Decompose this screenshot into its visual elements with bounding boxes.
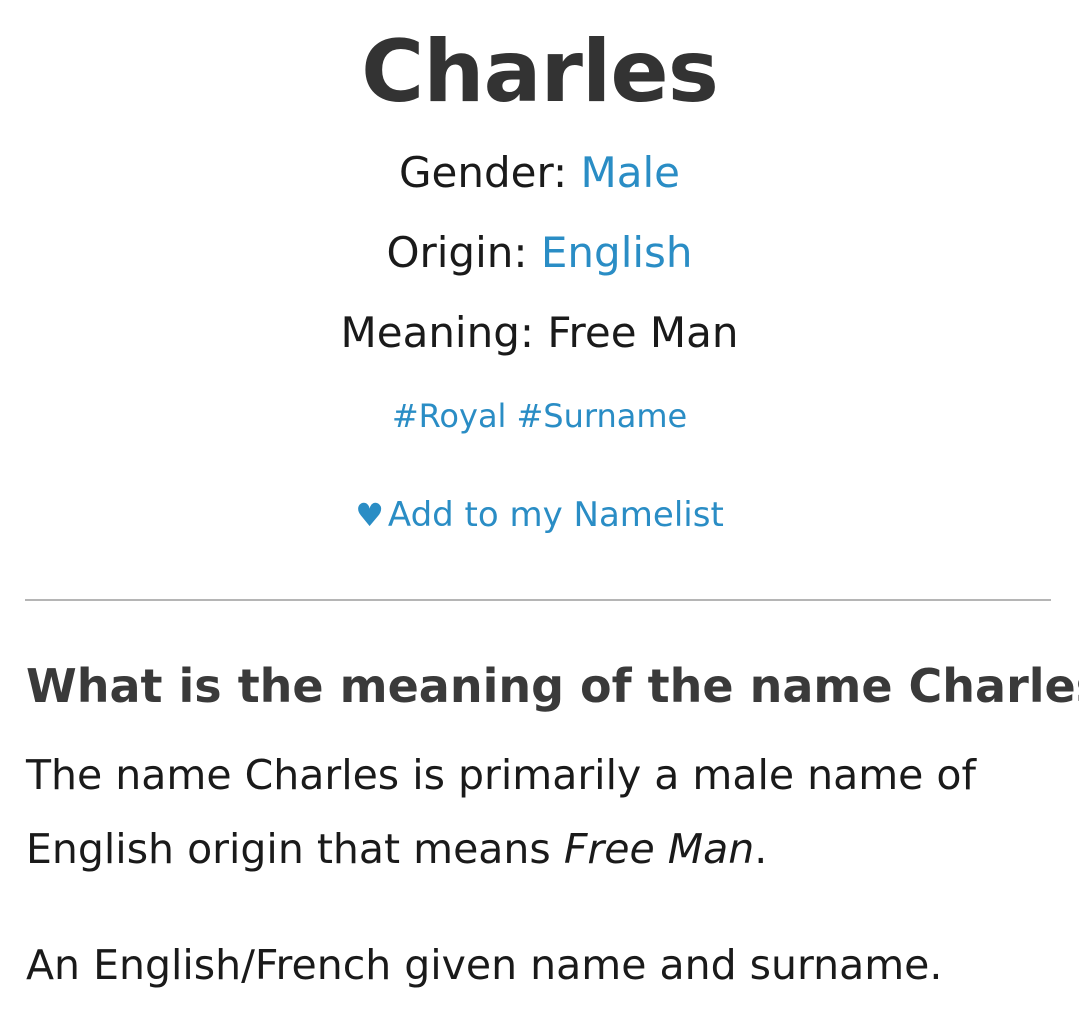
- heart-icon: ♥: [355, 496, 384, 534]
- gender-label: Gender:: [398, 148, 568, 197]
- meaning-row: Meaning: Free Man: [0, 308, 1079, 358]
- meaning-paragraph-emphasis: Free Man: [563, 825, 755, 873]
- origin-label: Origin:: [386, 228, 528, 277]
- tag-list: #Royal #Surname: [0, 396, 1079, 436]
- add-to-namelist: ♥ Add to my Namelist: [0, 494, 1079, 536]
- meaning-paragraph-text: The name Charles is primarily a male nam…: [26, 751, 976, 873]
- meaning-heading-name: Charles: [908, 659, 1079, 713]
- section-divider: [25, 599, 1051, 601]
- meaning-heading: What is the meaning of the name Charles?: [26, 656, 1079, 716]
- meaning-value: Free Man: [547, 308, 739, 357]
- origin-row: Origin: English: [0, 228, 1079, 278]
- meaning-heading-prefix: What is the meaning of the name: [26, 659, 909, 713]
- description-paragraph: An English/French given name and surname…: [26, 941, 943, 989]
- gender-link[interactable]: Male: [581, 148, 680, 197]
- tag-link-royal[interactable]: #Royal: [392, 397, 507, 435]
- add-to-namelist-label: Add to my Namelist: [387, 495, 724, 535]
- meaning-paragraph: The name Charles is primarily a male nam…: [26, 738, 1056, 886]
- add-to-namelist-link[interactable]: ♥ Add to my Namelist: [355, 495, 724, 535]
- name-title: Charles: [361, 22, 719, 122]
- tag-link-surname[interactable]: #Surname: [516, 397, 687, 435]
- name-detail-page: Charles Gender: Male Origin: English Mea…: [0, 0, 1079, 1036]
- meaning-paragraph-end: .: [754, 825, 768, 873]
- gender-row: Gender: Male: [0, 148, 1079, 198]
- meaning-label: Meaning:: [340, 308, 535, 357]
- origin-link[interactable]: English: [541, 228, 693, 277]
